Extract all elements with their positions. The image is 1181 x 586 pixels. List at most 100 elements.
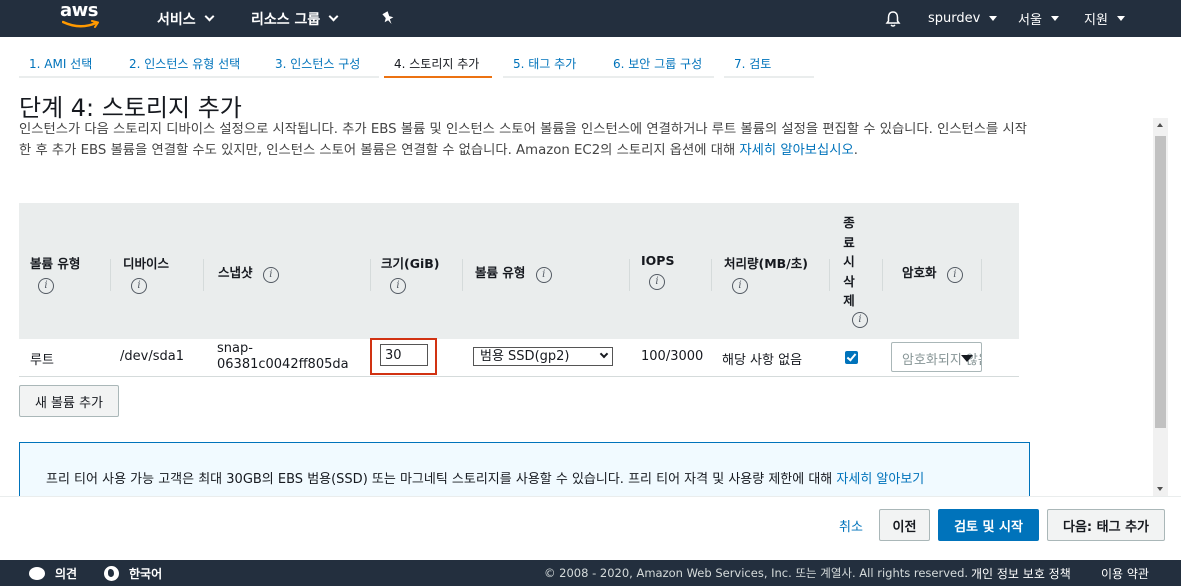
step-label: 4. 스토리지 추가 (394, 57, 480, 71)
speech-bubble-icon (29, 566, 45, 580)
support-menu[interactable]: 지원 (1084, 0, 1125, 37)
step-label: 7. 검토 (734, 57, 772, 71)
header-label: IOPS (641, 253, 675, 268)
header-device: 디바이스 i (123, 253, 169, 294)
cancel-button[interactable]: 취소 (832, 509, 870, 541)
language-label: 한국어 (129, 566, 163, 581)
column-divider (711, 259, 712, 291)
volume-type-value: 범용 SSD(gp2) (480, 349, 570, 364)
cell-volume-type: 루트 (30, 353, 54, 368)
top-navigation: aws 서비스 리소스 그룹 spurdev 서울 지원 (0, 0, 1181, 37)
table-header: 볼륨 유형 i 디바이스 i 스냅샷 i 크기(GiB) i 볼륨 유형 i I… (19, 203, 1019, 339)
feedback-link[interactable]: 의견 (29, 560, 77, 586)
header-label: 암호화 (902, 265, 937, 280)
info-icon[interactable]: i (390, 278, 406, 294)
encryption-select[interactable]: 암호화되지 않음 (891, 342, 982, 372)
vertical-scrollbar[interactable] (1153, 118, 1168, 496)
cell-device: /dev/sda1 (120, 349, 184, 364)
copyright-text: © 2008 - 2020, Amazon Web Services, Inc.… (544, 566, 969, 580)
scrollbar-thumb[interactable] (1155, 136, 1166, 428)
info-icon[interactable]: i (535, 267, 552, 283)
cell-snapshot: snap- 06381c0042ff805da (217, 341, 349, 373)
add-volume-button[interactable]: 새 볼륨 추가 (19, 385, 119, 417)
header-char: 제 (843, 293, 855, 308)
pin-icon (382, 11, 394, 25)
services-label: 서비스 (157, 11, 196, 28)
snapshot-id-part: snap- (217, 341, 253, 356)
chevron-down-icon (328, 11, 339, 22)
description-text: 인스턴스가 다음 스토리지 디바이스 설정으로 시작됩니다. 추가 EBS 볼륨… (19, 122, 1027, 158)
step-review[interactable]: 7. 검토 (724, 48, 814, 78)
size-input[interactable] (380, 344, 428, 366)
header-label: 스냅샷 (218, 265, 253, 280)
step-instance-type[interactable]: 2. 인스턴스 유형 선택 (120, 48, 266, 78)
next-add-tags-button[interactable]: 다음: 태그 추가 (1047, 509, 1165, 541)
cell-throughput: 해당 사항 없음 (722, 353, 803, 368)
services-menu[interactable]: 서비스 (157, 0, 215, 37)
header-volume-kind: 볼륨 유형 i (475, 262, 552, 283)
info-icon[interactable]: i (946, 267, 963, 283)
info-text: 프리 티어 사용 가능 고객은 최대 30GB의 EBS 범용(SSD) 또는 … (46, 472, 837, 487)
region-menu[interactable]: 서울 (1018, 0, 1059, 37)
step-label: 3. 인스턴스 구성 (275, 57, 361, 71)
user-menu[interactable]: spurdev (928, 0, 998, 37)
column-divider (829, 259, 830, 291)
header-encryption: 암호화 i (902, 262, 963, 283)
header-label: 볼륨 유형 (30, 256, 81, 271)
scroll-up-icon[interactable] (1157, 123, 1163, 127)
header-delete-on-termination: 종 료 시 삭 제 (843, 213, 855, 311)
terms-link[interactable]: 이용 약관 (1101, 560, 1149, 586)
volume-type-select[interactable]: 범용 SSD(gp2) (473, 347, 613, 366)
support-label: 지원 (1084, 13, 1108, 28)
header-throughput: 처리량(MB/초) i (724, 253, 808, 294)
step-label: 1. AMI 선택 (29, 57, 93, 71)
resource-groups-menu[interactable]: 리소스 그룹 (251, 0, 339, 37)
column-divider (981, 259, 982, 291)
aws-smile-icon (62, 20, 99, 28)
step-add-storage[interactable]: 4. 스토리지 추가 (384, 48, 492, 78)
header-size: 크기(GiB) i (381, 253, 440, 294)
aws-logo[interactable]: aws (58, 0, 106, 36)
header-volume-type: 볼륨 유형 i (30, 253, 80, 294)
info-icon[interactable]: i (732, 278, 748, 294)
description-period: . (853, 143, 858, 158)
column-divider (110, 259, 111, 291)
info-icon[interactable]: i (649, 274, 665, 290)
header-iops: IOPS i (641, 253, 674, 290)
privacy-policy-link[interactable]: 개인 정보 보호 정책 (971, 560, 1071, 586)
caret-down-icon (1116, 16, 1125, 21)
step-add-tags[interactable]: 5. 태그 추가 (503, 48, 603, 78)
step-security-group[interactable]: 6. 보안 그룹 구성 (603, 48, 714, 78)
review-and-launch-button[interactable]: 검토 및 시작 (938, 509, 1039, 541)
info-icon[interactable]: i (852, 312, 868, 328)
step-configure-instance[interactable]: 3. 인스턴스 구성 (266, 48, 379, 78)
delete-on-termination-checkbox[interactable] (845, 351, 858, 364)
cell-iops: 100/3000 (641, 349, 704, 364)
info-icon[interactable]: i (131, 278, 147, 294)
info-icon[interactable]: i (38, 278, 54, 294)
learn-more-link[interactable]: 자세히 알아보십시오 (739, 143, 853, 158)
user-name: spurdev (928, 11, 981, 26)
column-divider (370, 259, 371, 291)
chevron-down-icon (599, 349, 609, 359)
step-label: 5. 태그 추가 (513, 57, 577, 71)
pin-button[interactable] (381, 0, 395, 37)
step-label: 6. 보안 그룹 구성 (613, 57, 703, 71)
scroll-down-icon[interactable] (1157, 487, 1163, 491)
header-char: 료 (843, 234, 855, 250)
resource-groups-label: 리소스 그룹 (251, 11, 321, 28)
language-selector[interactable]: 한국어 (104, 560, 162, 586)
header-label: 처리량(MB/초) (724, 256, 808, 271)
previous-button[interactable]: 이전 (879, 509, 930, 541)
aws-logo-text: aws (60, 0, 99, 21)
bell-icon (885, 10, 901, 27)
header-label: 볼륨 유형 (475, 265, 526, 280)
free-tier-learn-more-link[interactable]: 자세히 알아보기 (836, 472, 924, 487)
header-delete-info: i (852, 310, 868, 328)
header-snapshot: 스냅샷 i (218, 262, 279, 283)
header-label: 크기(GiB) (381, 256, 440, 271)
notifications-button[interactable] (884, 0, 902, 37)
header-label: 디바이스 (123, 256, 170, 271)
info-icon[interactable]: i (262, 267, 279, 283)
step-ami[interactable]: 1. AMI 선택 (19, 48, 122, 78)
